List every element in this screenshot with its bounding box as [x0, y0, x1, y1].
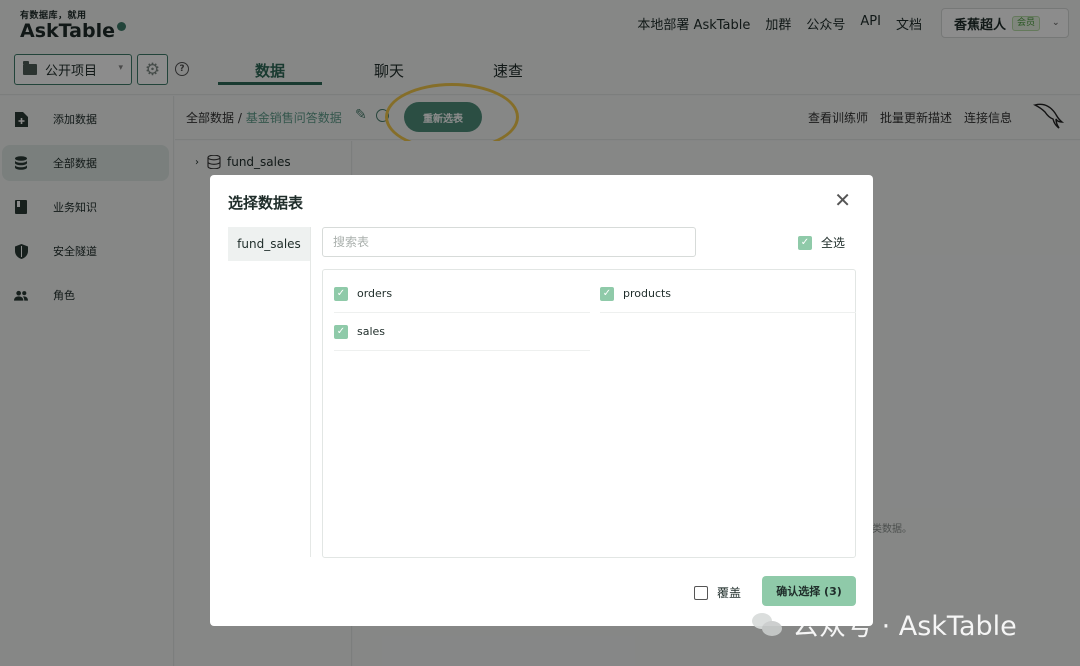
tables-list: ✓ orders ✓ products ✓ sales: [322, 269, 856, 558]
close-icon[interactable]: ✕: [834, 190, 851, 210]
database-list: fund_sales: [228, 227, 311, 557]
watermark: 公众号 · AskTable: [752, 604, 1017, 643]
confirm-selection-button[interactable]: 确认选择 (3): [762, 576, 856, 606]
checkbox-checked-icon: ✓: [334, 324, 348, 339]
watermark-text: 公众号 · AskTable: [792, 611, 1017, 642]
search-tables-input[interactable]: [322, 227, 696, 257]
overwrite-checkbox[interactable]: 覆盖: [694, 584, 741, 601]
table-item-products[interactable]: ✓ products: [600, 275, 856, 313]
checkbox-checked-icon: ✓: [600, 286, 614, 301]
select-tables-dialog: 选择数据表 ✕ fund_sales ✓ 全选 ✓ orders ✓ produ…: [210, 175, 873, 626]
checkbox-checked-icon: ✓: [798, 235, 812, 250]
database-item-fund-sales[interactable]: fund_sales: [228, 227, 310, 261]
wechat-icon: [752, 611, 782, 637]
checkbox-unchecked-icon: [694, 585, 708, 600]
checkbox-checked-icon: ✓: [334, 286, 348, 301]
table-item-orders[interactable]: ✓ orders: [334, 275, 590, 313]
dialog-title: 选择数据表: [228, 194, 304, 212]
table-item-sales[interactable]: ✓ sales: [334, 313, 590, 351]
select-all-checkbox[interactable]: ✓ 全选: [798, 234, 845, 251]
